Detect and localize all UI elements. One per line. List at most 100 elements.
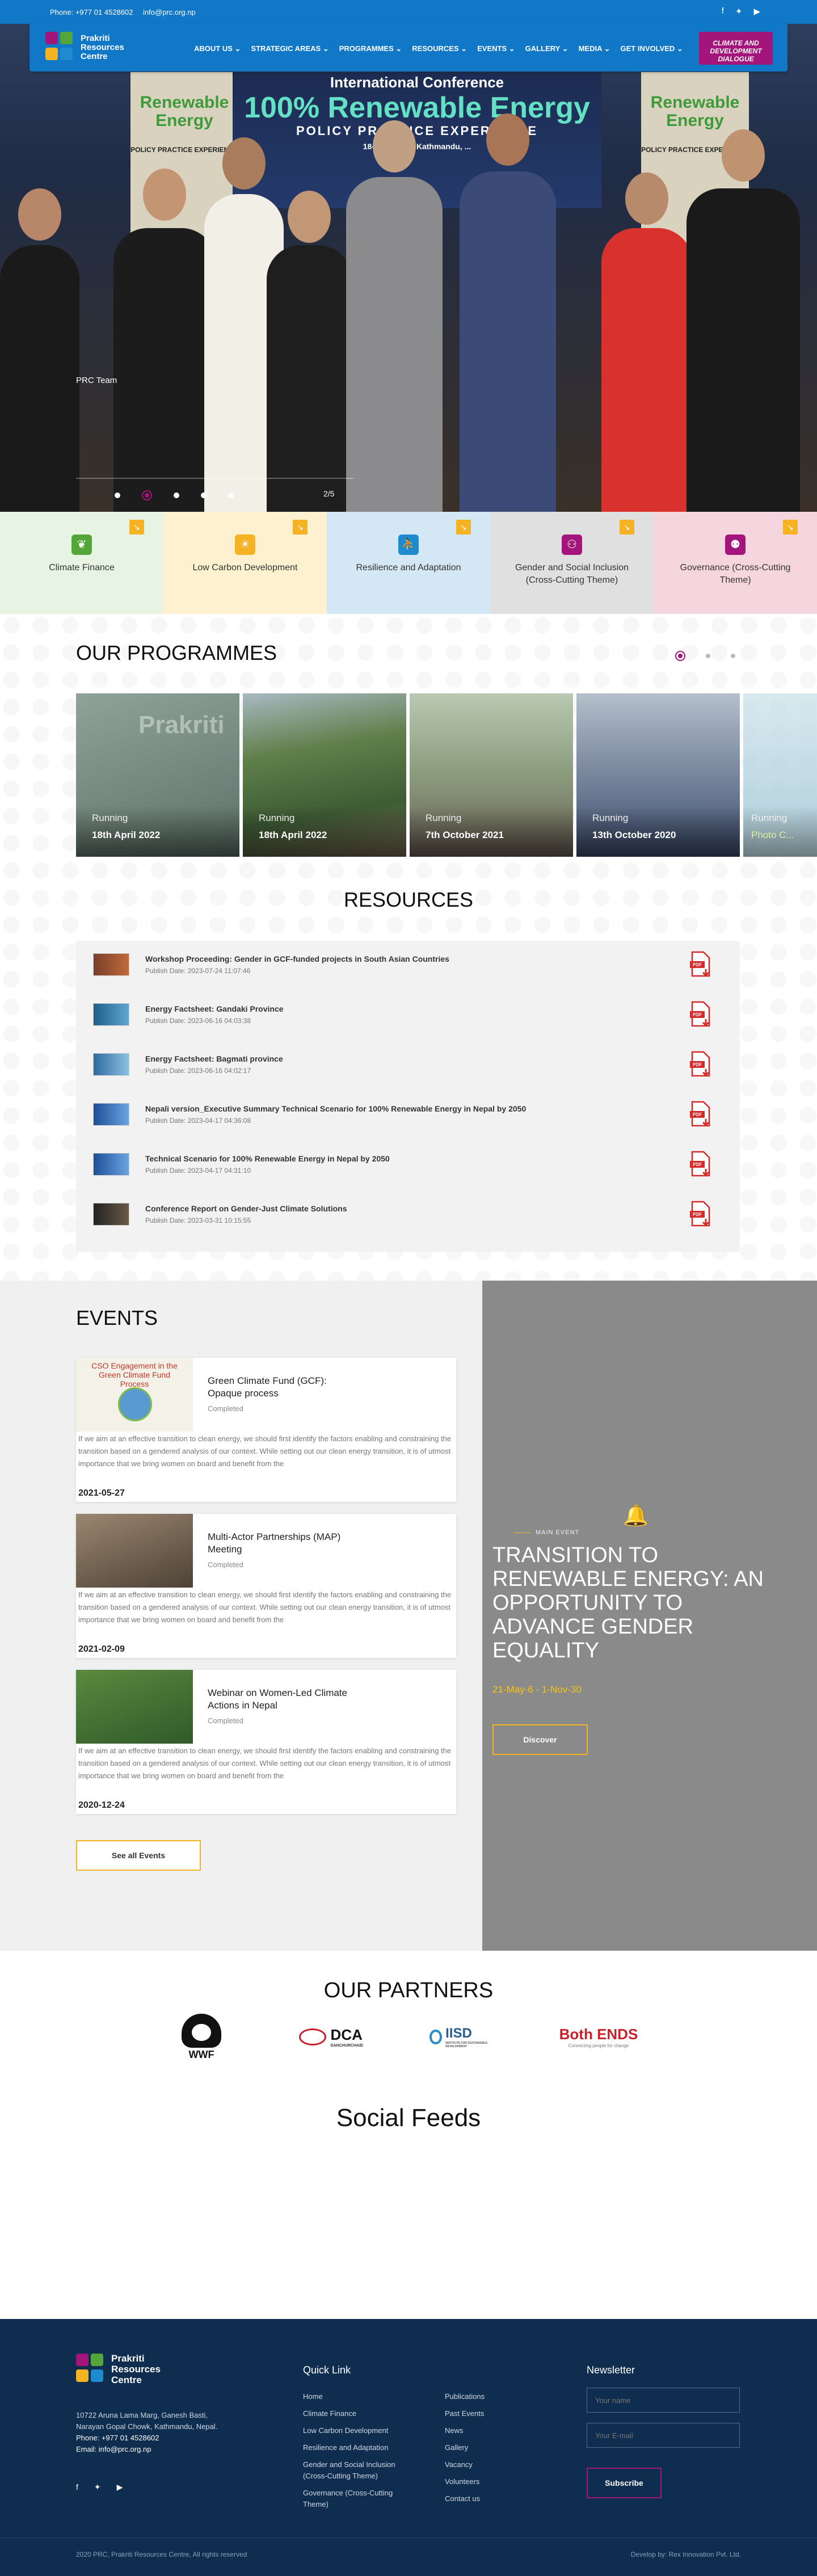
- svg-text:PDF: PDF: [693, 962, 702, 967]
- subscribe-button[interactable]: Subscribe: [587, 2468, 662, 2498]
- footer-link[interactable]: News: [445, 2425, 530, 2436]
- pdf-download-icon[interactable]: PDF: [689, 951, 711, 978]
- twitter-icon[interactable]: ✦: [94, 2482, 101, 2492]
- footer-email[interactable]: Email: info@prc.org.np: [76, 2444, 218, 2455]
- slider-dots: [115, 490, 234, 500]
- person: [267, 191, 352, 512]
- footer-link[interactable]: Gender and Social Inclusion (Cross-Cutti…: [303, 2459, 416, 2482]
- programme-card[interactable]: Running Photo C...: [743, 693, 817, 857]
- youtube-icon[interactable]: ▶: [753, 6, 760, 16]
- event-date: 2021-05-27: [78, 1488, 125, 1498]
- discover-button[interactable]: Discover: [492, 1724, 588, 1755]
- iisd-ring-icon: [429, 2030, 443, 2044]
- nav-programmes[interactable]: PROGRAMMES ⌄: [339, 44, 402, 53]
- top-email[interactable]: info@prc.org.np: [143, 8, 196, 16]
- newsletter-name-input[interactable]: [587, 2388, 740, 2413]
- pdf-download-icon[interactable]: PDF: [689, 1051, 711, 1078]
- nav-events[interactable]: EVENTS ⌄: [477, 44, 515, 53]
- event-description: If we aim at an effective transition to …: [78, 1434, 452, 1468]
- programme-status: Running: [259, 813, 295, 823]
- area-resilience[interactable]: ↘ ⛹ Resilience and Adaptation: [327, 512, 490, 614]
- event-card[interactable]: Multi-Actor Partnerships (MAP) Meeting C…: [76, 1514, 456, 1658]
- nav-about-us[interactable]: ABOUT US ⌄: [194, 44, 241, 53]
- slider-dot-active[interactable]: [142, 490, 152, 500]
- pdf-download-icon[interactable]: PDF: [689, 1151, 711, 1178]
- resource-item[interactable]: Energy Factsheet: Gandaki Province Publi…: [93, 991, 723, 1041]
- resource-thumbnail: [93, 1053, 129, 1076]
- youtube-icon[interactable]: ▶: [117, 2482, 123, 2492]
- dialogue-button[interactable]: CLIMATE AND DEVELOPMENT DIALOGUE: [699, 32, 773, 65]
- resource-item[interactable]: Workshop Proceeding: Gender in GCF-funde…: [93, 941, 723, 991]
- banner-right-title: Renewable Energy: [650, 93, 740, 130]
- nav-media[interactable]: MEDIA ⌄: [579, 44, 610, 53]
- nav-strategic-areas[interactable]: STRATEGIC AREAS ⌄: [251, 44, 329, 53]
- see-all-events-button[interactable]: See all Events: [76, 1840, 201, 1871]
- resource-item[interactable]: Energy Factsheet: Bagmati province Publi…: [93, 1041, 723, 1091]
- event-title: Webinar on Women-Led Climate Actions in …: [208, 1687, 347, 1711]
- nav-gallery[interactable]: GALLERY ⌄: [525, 44, 568, 53]
- area-climate-finance[interactable]: ↘ ❦ Climate Finance: [0, 512, 163, 614]
- programme-card[interactable]: Prakriti Running 18th April 2022: [76, 693, 239, 857]
- pager-dot-active[interactable]: [675, 651, 685, 661]
- partner-iisd-sub: INSTITUTE FOR SUSTAINABLE DEVELOPMENT: [445, 2042, 488, 2048]
- facebook-icon[interactable]: f: [76, 2482, 78, 2492]
- footer-link[interactable]: Publications: [445, 2391, 530, 2402]
- newsletter-email-input[interactable]: [587, 2423, 740, 2448]
- main-nav: Prakriti Resources Centre ABOUT US ⌄ STR…: [30, 24, 787, 71]
- footer-link[interactable]: Vacancy: [445, 2459, 530, 2470]
- person: [0, 188, 79, 512]
- partner-wwf[interactable]: WWF: [170, 2011, 233, 2063]
- resource-item[interactable]: Technical Scenario for 100% Renewable En…: [93, 1140, 723, 1190]
- programme-status: Running: [426, 813, 462, 823]
- leaf-icon: ❦: [71, 534, 92, 555]
- event-card[interactable]: Webinar on Women-Led Climate Actions in …: [76, 1670, 456, 1814]
- footer-link[interactable]: Resilience and Adaptation: [303, 2442, 416, 2453]
- globe-icon: [118, 1387, 152, 1421]
- footer-link[interactable]: Home: [303, 2391, 416, 2402]
- footer-link[interactable]: Low Carbon Development: [303, 2425, 416, 2436]
- footer-link[interactable]: Gallery: [445, 2442, 530, 2453]
- footer-link[interactable]: Volunteers: [445, 2476, 530, 2487]
- footer-link[interactable]: Governance (Cross-Cutting Theme): [303, 2487, 416, 2510]
- nav-resources[interactable]: RESOURCES ⌄: [412, 44, 467, 53]
- event-description: If we aim at an effective transition to …: [78, 1590, 452, 1624]
- pdf-download-icon[interactable]: PDF: [689, 1101, 711, 1128]
- nav-get-involved[interactable]: GET INVOLVED ⌄: [621, 44, 683, 53]
- programmes-carousel: Prakriti Running 18th April 2022 Running…: [76, 693, 817, 857]
- twitter-icon[interactable]: ✦: [735, 6, 743, 16]
- partner-dca[interactable]: DCA DANCHURCHAID: [285, 2011, 376, 2063]
- slider-dot[interactable]: [174, 493, 179, 498]
- resource-item[interactable]: Conference Report on Gender-Just Climate…: [93, 1190, 723, 1240]
- resource-item[interactable]: Nepali version_Executive Summary Technic…: [93, 1091, 723, 1140]
- footer-logo[interactable]: Prakriti Resources Centre: [76, 2353, 161, 2385]
- developer-credit[interactable]: Develop by: Rex Innovation Pvt. Ltd.: [631, 2550, 741, 2558]
- resource-date: Publish Date: 2023-06-16 04:03:38: [145, 1017, 251, 1025]
- programme-card[interactable]: Running 18th April 2022: [243, 693, 406, 857]
- site-logo[interactable]: Prakriti Resources Centre: [45, 32, 124, 64]
- logo-mark: [76, 2353, 107, 2385]
- partner-iisd[interactable]: IISD INSTITUTE FOR SUSTAINABLE DEVELOPME…: [429, 2011, 498, 2063]
- slider-dot[interactable]: [228, 493, 234, 498]
- pdf-download-icon[interactable]: PDF: [689, 1201, 711, 1228]
- event-card[interactable]: CSO Engagement in the Green Climate Fund…: [76, 1358, 456, 1502]
- area-gender[interactable]: ↘ ⚇ Gender and Social Inclusion (Cross-C…: [490, 512, 654, 614]
- person: [113, 169, 216, 512]
- partner-both-ends[interactable]: Both ENDS Connecting people for change: [550, 2011, 647, 2063]
- person: [687, 129, 800, 512]
- footer-link[interactable]: Past Events: [445, 2408, 530, 2419]
- footer-link[interactable]: Contact us: [445, 2493, 530, 2505]
- programme-card[interactable]: Running 7th October 2021: [410, 693, 573, 857]
- pdf-download-icon[interactable]: PDF: [689, 1001, 711, 1028]
- footer-link[interactable]: Climate Finance: [303, 2408, 416, 2419]
- slider-dot[interactable]: [115, 493, 120, 498]
- hero-slider: Renewable Energy POLICY PRACTICE EXPERIE…: [0, 24, 817, 512]
- programme-card[interactable]: Running 13th October 2020: [576, 693, 740, 857]
- area-low-carbon[interactable]: ↘ ☀ Low Carbon Development: [163, 512, 327, 614]
- area-governance[interactable]: ↘ ⚉ Governance (Cross-Cutting Theme): [654, 512, 817, 614]
- resource-date: Publish Date: 2023-04-17 04:36:08: [145, 1117, 251, 1125]
- logo-line: Resources: [111, 2364, 161, 2375]
- slider-dot[interactable]: [201, 493, 207, 498]
- facebook-icon[interactable]: f: [722, 6, 724, 16]
- pager-dot[interactable]: [706, 654, 710, 658]
- pager-dot[interactable]: [731, 654, 735, 658]
